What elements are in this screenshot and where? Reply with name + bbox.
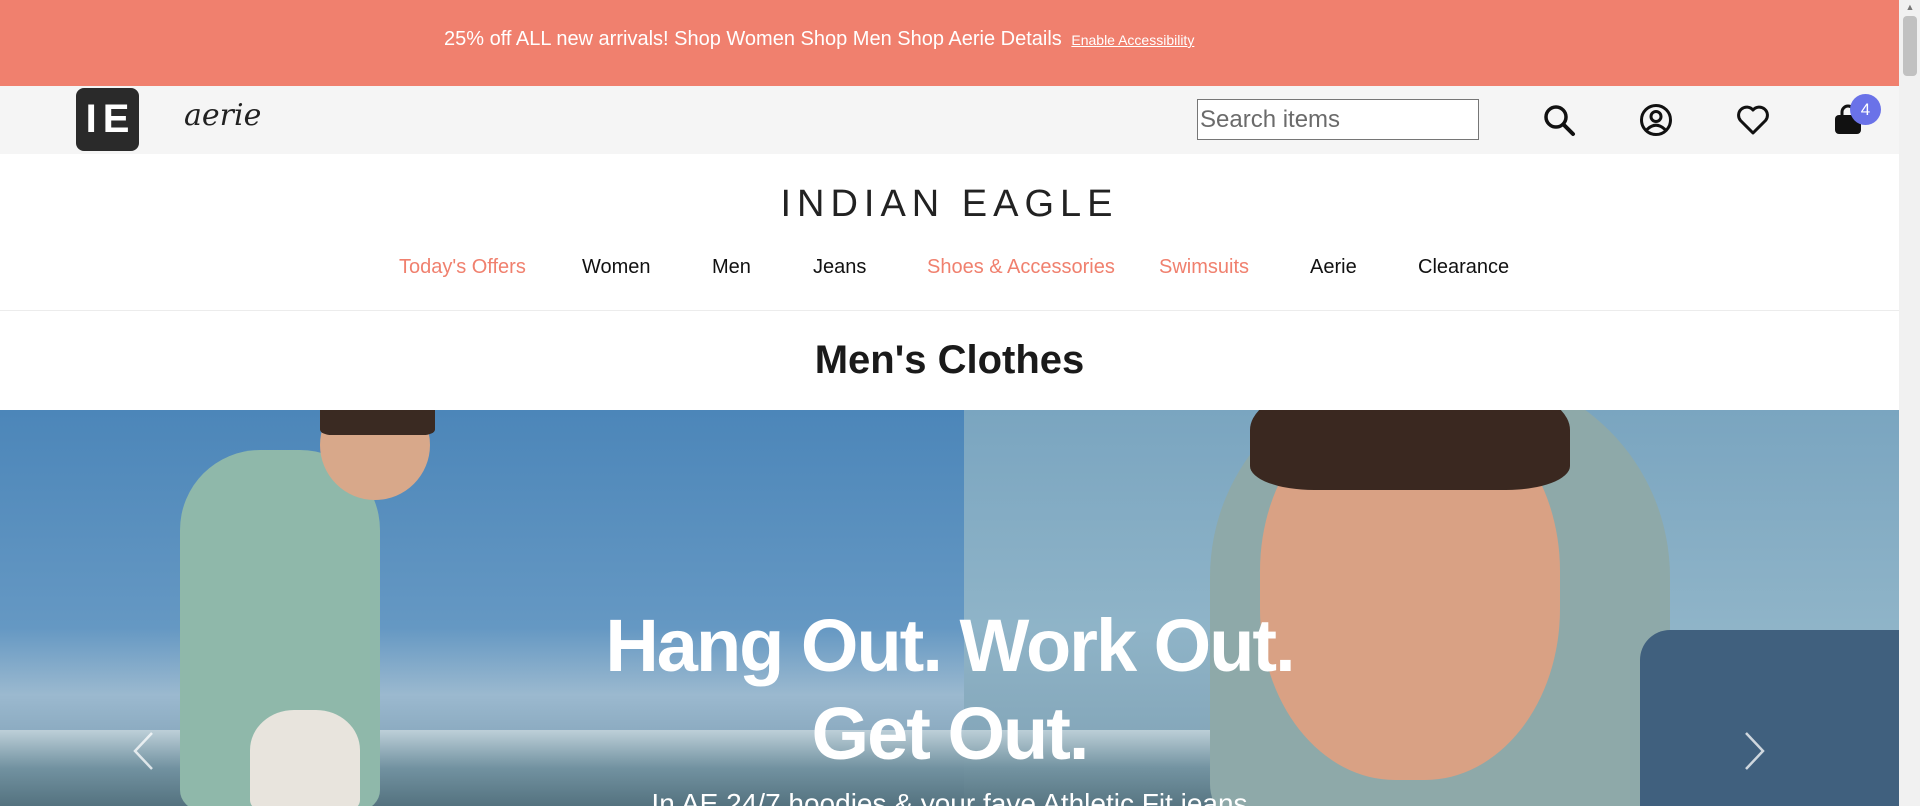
heart-icon[interactable] bbox=[1732, 99, 1774, 141]
shop-men-link[interactable]: Shop Men bbox=[801, 28, 892, 50]
search-input[interactable] bbox=[1197, 99, 1479, 140]
ie-logo[interactable]: IE bbox=[76, 88, 139, 151]
hero-subtitle: In AE 24/7 hoodies & your fave Athletic … bbox=[651, 788, 1248, 806]
nav-women[interactable]: Women bbox=[582, 256, 651, 279]
hero-headline-line1: Hang Out. Work Out. bbox=[605, 604, 1295, 687]
chevron-right-icon[interactable] bbox=[1740, 730, 1770, 772]
aerie-logo[interactable]: aerie bbox=[184, 98, 261, 133]
scroll-up-icon[interactable]: ▲ bbox=[1903, 2, 1917, 14]
scrollbar[interactable] bbox=[1899, 0, 1920, 806]
nav-swimsuits[interactable]: Swimsuits bbox=[1159, 256, 1249, 279]
hero-carousel[interactable]: Hang Out. Work Out. Get Out. In AE 24/7 … bbox=[0, 410, 1899, 806]
shop-women-link[interactable]: Shop Women bbox=[674, 28, 795, 50]
model-hair-right bbox=[1250, 410, 1570, 490]
nav-shoes-accessories[interactable]: Shoes & Accessories bbox=[927, 256, 1115, 279]
enable-accessibility-link[interactable]: Enable Accessibility bbox=[1071, 32, 1194, 48]
nav-todays-offers[interactable]: Today's Offers bbox=[399, 256, 526, 279]
hero-headline: Hang Out. Work Out. Get Out. bbox=[0, 602, 1899, 778]
nav-jeans[interactable]: Jeans bbox=[813, 256, 866, 279]
search-icon[interactable] bbox=[1538, 99, 1580, 141]
scrollbar-thumb[interactable] bbox=[1903, 16, 1917, 76]
details-link[interactable]: Details bbox=[1001, 28, 1062, 50]
account-icon[interactable] bbox=[1635, 99, 1677, 141]
promo-banner: 25% off ALL new arrivals! Shop Women Sho… bbox=[0, 0, 1899, 86]
promo-text: 25% off ALL new arrivals! bbox=[444, 28, 669, 50]
hero-headline-line2: Get Out. bbox=[811, 692, 1090, 775]
cart-count-badge: 4 bbox=[1850, 94, 1881, 125]
top-bar: IE aerie bbox=[0, 86, 1899, 154]
nav-divider bbox=[0, 310, 1899, 311]
model-hair bbox=[320, 410, 435, 435]
main-nav: Today's Offers Women Men Jeans Shoes & A… bbox=[0, 256, 1899, 282]
nav-men[interactable]: Men bbox=[712, 256, 751, 279]
page-title: Men's Clothes bbox=[814, 338, 1085, 382]
promo-content: 25% off ALL new arrivals! Shop Women Sho… bbox=[444, 28, 1194, 51]
nav-clearance[interactable]: Clearance bbox=[1418, 256, 1509, 279]
nav-aerie[interactable]: Aerie bbox=[1310, 256, 1357, 279]
brand-title[interactable]: INDIAN EAGLE bbox=[0, 183, 1899, 226]
shop-aerie-link[interactable]: Shop Aerie bbox=[897, 28, 995, 50]
chevron-left-icon[interactable] bbox=[128, 730, 158, 772]
